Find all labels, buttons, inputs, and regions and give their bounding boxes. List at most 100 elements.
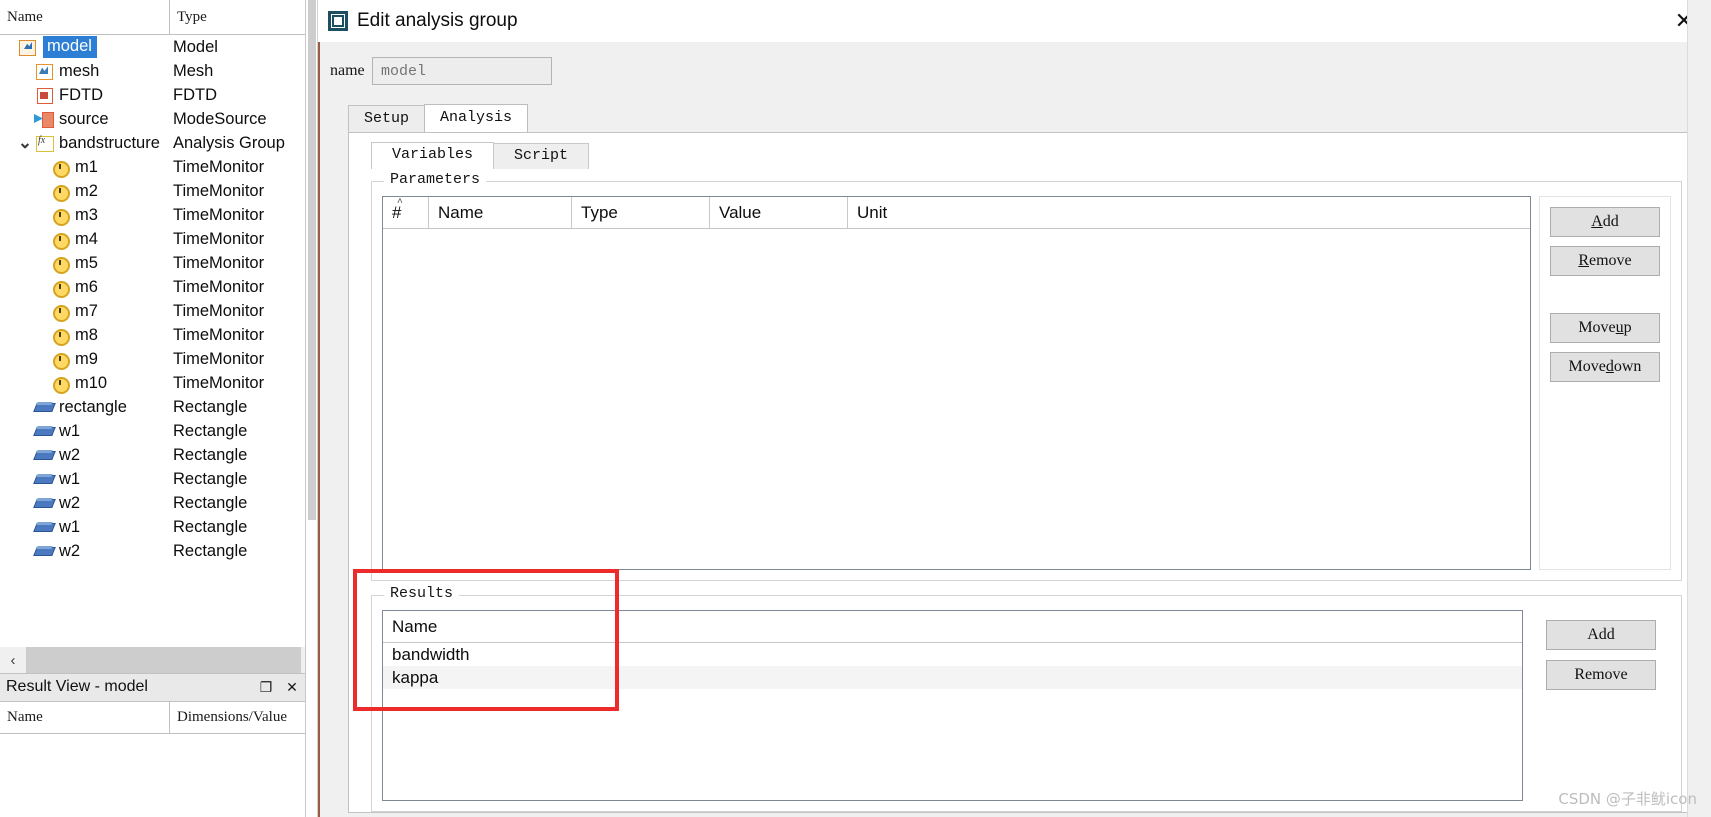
tree-row-name-cell[interactable]: m8 <box>0 323 170 347</box>
tree-row[interactable]: w1 Rectangle <box>0 515 305 539</box>
tab-setup[interactable]: Setup <box>348 105 426 132</box>
add-button[interactable]: Add <box>1550 207 1660 237</box>
tree-row[interactable]: m8 TimeMonitor <box>0 323 305 347</box>
function-icon <box>34 134 54 152</box>
tree-row-name-cell[interactable]: m2 <box>0 179 170 203</box>
scrollbar-track[interactable] <box>26 647 301 673</box>
fdtd-icon <box>34 86 54 104</box>
parameters-table[interactable]: ˄ # Name Type Value Unit <box>382 196 1531 570</box>
results-column-name[interactable]: Name <box>383 611 1522 642</box>
tree-row[interactable]: m3 TimeMonitor <box>0 203 305 227</box>
tree-row-label: m4 <box>75 229 98 248</box>
tree-row[interactable]: w1 Rectangle <box>0 467 305 491</box>
parameters-button-column: Add Remove Move u p Move d own <box>1539 196 1671 570</box>
results-table-body[interactable]: bandwidth kappa <box>383 643 1522 800</box>
tree-row-name-cell[interactable]: w2 <box>0 443 170 467</box>
scrollbar-thumb[interactable] <box>26 647 301 673</box>
tree-row-name-cell[interactable]: rectangle <box>0 395 170 419</box>
result-view-table-body[interactable] <box>0 733 305 817</box>
tree-row-name-cell[interactable]: w2 <box>0 491 170 515</box>
tree-row-name-cell[interactable]: m4 <box>0 227 170 251</box>
tree-row-name-cell[interactable]: m10 <box>0 371 170 395</box>
parameters-column-unit[interactable]: Unit <box>848 197 1530 228</box>
results-row[interactable]: kappa <box>383 666 1522 689</box>
close-panel-icon[interactable]: ✕ <box>279 673 305 701</box>
tree-row-name-cell[interactable]: model <box>0 35 170 59</box>
tab-analysis[interactable]: Analysis <box>424 104 529 132</box>
tree-row[interactable]: source ModeSource <box>0 107 305 131</box>
tree-row-name-cell[interactable]: m1 <box>0 155 170 179</box>
scroll-left-icon[interactable]: ‹ <box>0 647 26 673</box>
parameters-column-value[interactable]: Value <box>710 197 848 228</box>
tree-row-type: TimeMonitor <box>173 373 265 392</box>
panel-vertical-scrollbar[interactable] <box>306 0 318 817</box>
tree-row[interactable]: m9 TimeMonitor <box>0 347 305 371</box>
tree-row-name-cell[interactable]: m9 <box>0 347 170 371</box>
tree-row-name-cell[interactable]: source <box>0 107 170 131</box>
tree-row[interactable]: m2 TimeMonitor <box>0 179 305 203</box>
parameters-table-body[interactable] <box>383 229 1530 569</box>
tree-column-header-type[interactable]: Type <box>170 0 305 34</box>
result-view-column-name[interactable]: Name <box>0 701 170 733</box>
dialog-right-gutter[interactable] <box>1687 0 1711 817</box>
tree-row[interactable]: m4 TimeMonitor <box>0 227 305 251</box>
tree-row[interactable]: w2 Rectangle <box>0 443 305 467</box>
watermark: CSDN @子非鱿icon <box>1558 790 1697 808</box>
tree-row-name-cell[interactable]: w1 <box>0 467 170 491</box>
tree-row-name-cell[interactable]: mesh <box>0 59 170 83</box>
tree-row-name-cell[interactable]: m5 <box>0 251 170 275</box>
restore-window-icon[interactable]: ❐ <box>253 673 279 701</box>
tree-row[interactable]: m5 TimeMonitor <box>0 251 305 275</box>
tree-row-type: ModeSource <box>173 109 267 128</box>
results-remove-button[interactable]: Remove <box>1546 660 1656 690</box>
object-tree-horizontal-scrollbar[interactable]: ‹ › <box>0 646 305 673</box>
parameters-column-name[interactable]: Name <box>429 197 572 228</box>
tree-column-header-name[interactable]: Name <box>0 0 170 34</box>
move-down-button[interactable]: Move d own <box>1550 352 1660 382</box>
tree-row[interactable]: w2 Rectangle <box>0 491 305 515</box>
parameters-column-type[interactable]: Type <box>572 197 710 228</box>
expand-collapse-icon[interactable]: ⌄ <box>16 134 34 151</box>
name-label: name <box>330 62 365 79</box>
tree-row[interactable]: mesh Mesh <box>0 59 305 83</box>
tree-row[interactable]: model Model <box>0 35 305 59</box>
results-add-button[interactable]: Add <box>1546 620 1656 650</box>
tree-row-name-cell[interactable]: m3 <box>0 203 170 227</box>
tree-row[interactable]: rectangle Rectangle <box>0 395 305 419</box>
move-up-button[interactable]: Move up <box>1550 313 1660 343</box>
analysis-subtabs[interactable]: Variables Script <box>371 142 1706 169</box>
tree-row-label: w1 <box>59 469 81 488</box>
parameters-group: Parameters ˄ # Name Type Value Unit A dd… <box>371 171 1682 581</box>
tree-row[interactable]: w1 Rectangle <box>0 419 305 443</box>
tree-row-name-cell[interactable]: w1 <box>0 515 170 539</box>
results-row[interactable]: bandwidth <box>383 643 1522 666</box>
subtab-script[interactable]: Script <box>493 143 590 169</box>
panel-scrollbar-thumb[interactable] <box>308 0 316 520</box>
tree-row[interactable]: FDTD FDTD <box>0 83 305 107</box>
tree-row[interactable]: m6 TimeMonitor <box>0 275 305 299</box>
tree-row-name-cell[interactable]: w1 <box>0 419 170 443</box>
tree-row-name-cell[interactable]: FDTD <box>0 83 170 107</box>
tree-row[interactable]: w2 Rectangle <box>0 539 305 563</box>
dialog-tabs[interactable]: Setup Analysis <box>348 104 1711 132</box>
tree-row-name-cell[interactable]: ⌄ bandstructure <box>0 131 170 155</box>
name-input[interactable] <box>372 57 552 85</box>
rectangle-icon <box>34 446 54 464</box>
results-button-column: Add Remove <box>1531 610 1671 801</box>
tree-row[interactable]: m7 TimeMonitor <box>0 299 305 323</box>
tree-row-name-cell[interactable]: m7 <box>0 299 170 323</box>
results-table[interactable]: Name bandwidth kappa <box>382 610 1523 801</box>
tree-row[interactable]: m1 TimeMonitor <box>0 155 305 179</box>
object-tree-list[interactable]: model Model mesh Mesh FDTD FDTD source ModeSour… <box>0 35 305 647</box>
tree-row-type: Rectangle <box>173 421 248 440</box>
subtab-variables[interactable]: Variables <box>371 142 495 169</box>
tree-row-name-cell[interactable]: m6 <box>0 275 170 299</box>
result-view-column-dimensions[interactable]: Dimensions/Value <box>170 702 305 733</box>
parameters-column-index[interactable]: ˄ # <box>383 197 429 228</box>
tree-row-name-cell[interactable]: w2 <box>0 539 170 563</box>
tree-row-label: m6 <box>75 277 98 296</box>
remove-button[interactable]: Remove <box>1550 246 1660 276</box>
tree-row[interactable]: m10 TimeMonitor <box>0 371 305 395</box>
tree-row[interactable]: ⌄ bandstructure Analysis Group <box>0 131 305 155</box>
sort-ascending-icon: ˄ <box>397 196 403 207</box>
